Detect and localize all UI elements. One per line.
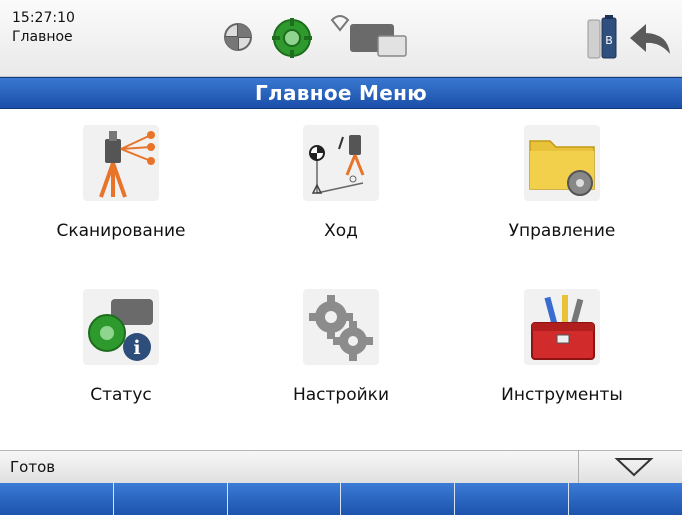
menu-tile-label: Сканирование (56, 221, 186, 241)
menu-tile-label: Ход (324, 221, 358, 241)
menu-tile-tools[interactable]: Инструменты (462, 289, 662, 439)
menu-tile-settings[interactable]: Настройки (241, 289, 441, 439)
divider (578, 451, 579, 483)
management-icon (524, 125, 600, 201)
clock-block: 15:27:10 Главное (12, 9, 75, 47)
svg-text:B: B (605, 34, 613, 47)
menu-tile-label: Статус (90, 385, 152, 405)
expand-chevron-down-icon[interactable] (614, 457, 654, 481)
battery-icon[interactable]: B (586, 14, 618, 64)
status-icon: i (83, 289, 159, 365)
softkey-bar (0, 483, 682, 515)
softkey-6[interactable] (569, 483, 682, 515)
softkey-5[interactable] (455, 483, 570, 515)
status-bar: 15:27:10 Главное B (0, 0, 682, 77)
page-title: Главное Меню (0, 77, 682, 109)
scanning-icon (83, 125, 159, 201)
tools-icon (524, 289, 600, 365)
menu-tile-status[interactable]: i Статус (21, 289, 221, 439)
bottom-status-bar: Готов (0, 450, 682, 483)
softkey-4[interactable] (341, 483, 456, 515)
settings-icon (303, 289, 379, 365)
clock-time: 15:27:10 (12, 10, 75, 26)
menu-tile-management[interactable]: Управление (462, 125, 662, 275)
back-arrow-icon[interactable] (628, 22, 672, 60)
traverse-icon (303, 125, 379, 201)
current-screen-name: Главное (12, 29, 73, 45)
menu-tile-label: Настройки (292, 385, 389, 405)
instrument-status-icon[interactable] (270, 16, 314, 64)
menu-tile-label: Управление (508, 221, 616, 241)
svg-text:i: i (133, 337, 140, 359)
menu-tile-scanning[interactable]: Сканирование (21, 125, 221, 275)
softkey-2[interactable] (113, 483, 228, 515)
display-window-icon[interactable] (348, 22, 408, 62)
softkey-1[interactable] (0, 483, 114, 515)
wireless-icon[interactable] (330, 14, 350, 36)
prism-target-icon[interactable] (221, 20, 255, 58)
status-text: Готов (10, 458, 56, 476)
menu-tile-traverse[interactable]: Ход (241, 125, 441, 275)
softkey-3[interactable] (227, 483, 342, 515)
menu-tile-label: Инструменты (501, 385, 623, 405)
